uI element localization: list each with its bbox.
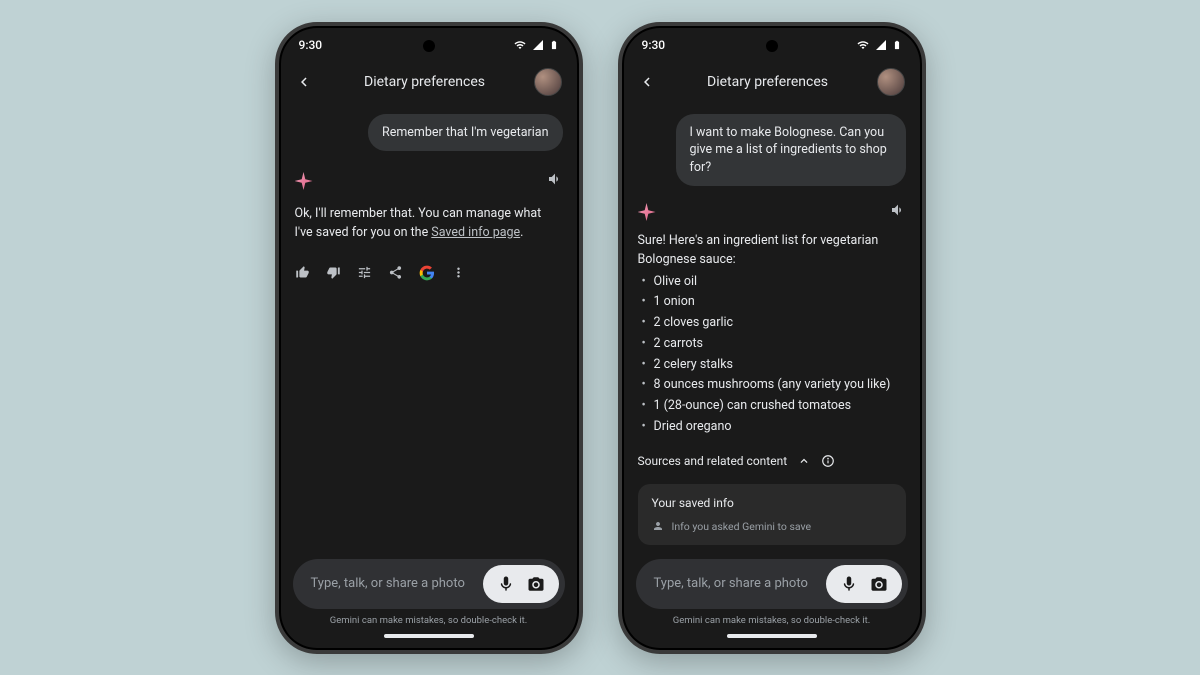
sources-label: Sources and related content (638, 454, 788, 468)
disclaimer: Gemini can make mistakes, so double-chec… (636, 609, 908, 628)
mic-icon[interactable] (497, 575, 515, 593)
chevron-up-icon (797, 454, 811, 468)
saved-info-card[interactable]: Your saved info Info you asked Gemini to… (638, 484, 906, 545)
response-actions (295, 265, 563, 281)
status-icons (513, 38, 559, 52)
chat-body: Remember that I'm vegetarian Ok, I'll re… (279, 106, 579, 549)
signal-icon (874, 39, 888, 51)
ai-header-row (638, 202, 906, 222)
ingredient-item: Olive oil (638, 272, 906, 293)
chat-input[interactable]: Type, talk, or share a photo (293, 559, 565, 609)
home-indicator[interactable] (384, 634, 474, 638)
gemini-sparkle-icon (295, 172, 313, 190)
ai-text-post: . (520, 225, 523, 240)
speaker-icon[interactable] (890, 202, 906, 222)
thumbs-down-icon[interactable] (326, 265, 341, 280)
user-message: Remember that I'm vegetarian (368, 114, 562, 152)
share-icon[interactable] (388, 265, 403, 280)
user-message: I want to make Bolognese. Can you give m… (676, 114, 906, 187)
input-actions (826, 565, 902, 603)
ingredient-item: 2 cloves garlic (638, 313, 906, 334)
page-title: Dietary preferences (707, 74, 828, 90)
mic-icon[interactable] (840, 575, 858, 593)
input-area: Type, talk, or share a photo Gemini can … (279, 549, 579, 650)
speaker-icon[interactable] (547, 171, 563, 191)
disclaimer: Gemini can make mistakes, so double-chec… (293, 609, 565, 628)
wifi-icon (856, 39, 870, 51)
phone-mockup-1: 9:30 Dietary preferences Remember that I… (275, 22, 583, 654)
back-button[interactable] (638, 72, 658, 92)
ingredient-list: Olive oil 1 onion 2 cloves garlic 2 carr… (638, 272, 906, 438)
back-button[interactable] (295, 72, 315, 92)
input-actions (483, 565, 559, 603)
ingredient-item: 1 onion (638, 292, 906, 313)
sources-toggle[interactable]: Sources and related content (638, 454, 906, 468)
ai-header-row (295, 171, 563, 191)
camera-notch (423, 40, 435, 52)
google-icon[interactable] (419, 265, 435, 281)
saved-info-sub: Info you asked Gemini to save (652, 520, 892, 533)
signal-icon (531, 39, 545, 51)
camera-icon[interactable] (527, 575, 545, 593)
status-icons (856, 38, 902, 52)
battery-icon (549, 38, 559, 52)
input-placeholder: Type, talk, or share a photo (654, 576, 816, 591)
ingredient-item: 8 ounces mushrooms (any variety you like… (638, 375, 906, 396)
chevron-left-icon (295, 73, 313, 91)
status-time: 9:30 (299, 38, 323, 52)
person-icon (652, 520, 664, 532)
chat-body: I want to make Bolognese. Can you give m… (622, 106, 922, 549)
tune-icon[interactable] (357, 265, 372, 280)
app-header: Dietary preferences (622, 58, 922, 106)
ai-response: Ok, I'll remember that. You can manage w… (295, 205, 563, 243)
ingredient-item: Dried oregano (638, 417, 906, 438)
info-icon[interactable] (821, 454, 835, 468)
app-header: Dietary preferences (279, 58, 579, 106)
ingredient-item: 1 (28-ounce) can crushed tomatoes (638, 396, 906, 417)
page-title: Dietary preferences (364, 74, 485, 90)
saved-info-title: Your saved info (652, 496, 892, 510)
saved-info-link[interactable]: Saved info page (431, 225, 520, 240)
input-placeholder: Type, talk, or share a photo (311, 576, 473, 591)
more-icon[interactable] (451, 265, 466, 280)
gemini-sparkle-icon (638, 203, 656, 221)
thumbs-up-icon[interactable] (295, 265, 310, 280)
camera-notch (766, 40, 778, 52)
battery-icon (892, 38, 902, 52)
ai-response: Sure! Here's an ingredient list for vege… (638, 232, 906, 438)
home-indicator[interactable] (727, 634, 817, 638)
ingredient-item: 2 carrots (638, 334, 906, 355)
status-time: 9:30 (642, 38, 666, 52)
wifi-icon (513, 39, 527, 51)
ingredient-item: 2 celery stalks (638, 355, 906, 376)
avatar[interactable] (877, 68, 905, 96)
input-area: Type, talk, or share a photo Gemini can … (622, 549, 922, 650)
phone-mockup-2: 9:30 Dietary preferences I want to make … (618, 22, 926, 654)
chevron-left-icon (638, 73, 656, 91)
camera-icon[interactable] (870, 575, 888, 593)
chat-input[interactable]: Type, talk, or share a photo (636, 559, 908, 609)
ai-intro: Sure! Here's an ingredient list for vege… (638, 232, 906, 270)
avatar[interactable] (534, 68, 562, 96)
